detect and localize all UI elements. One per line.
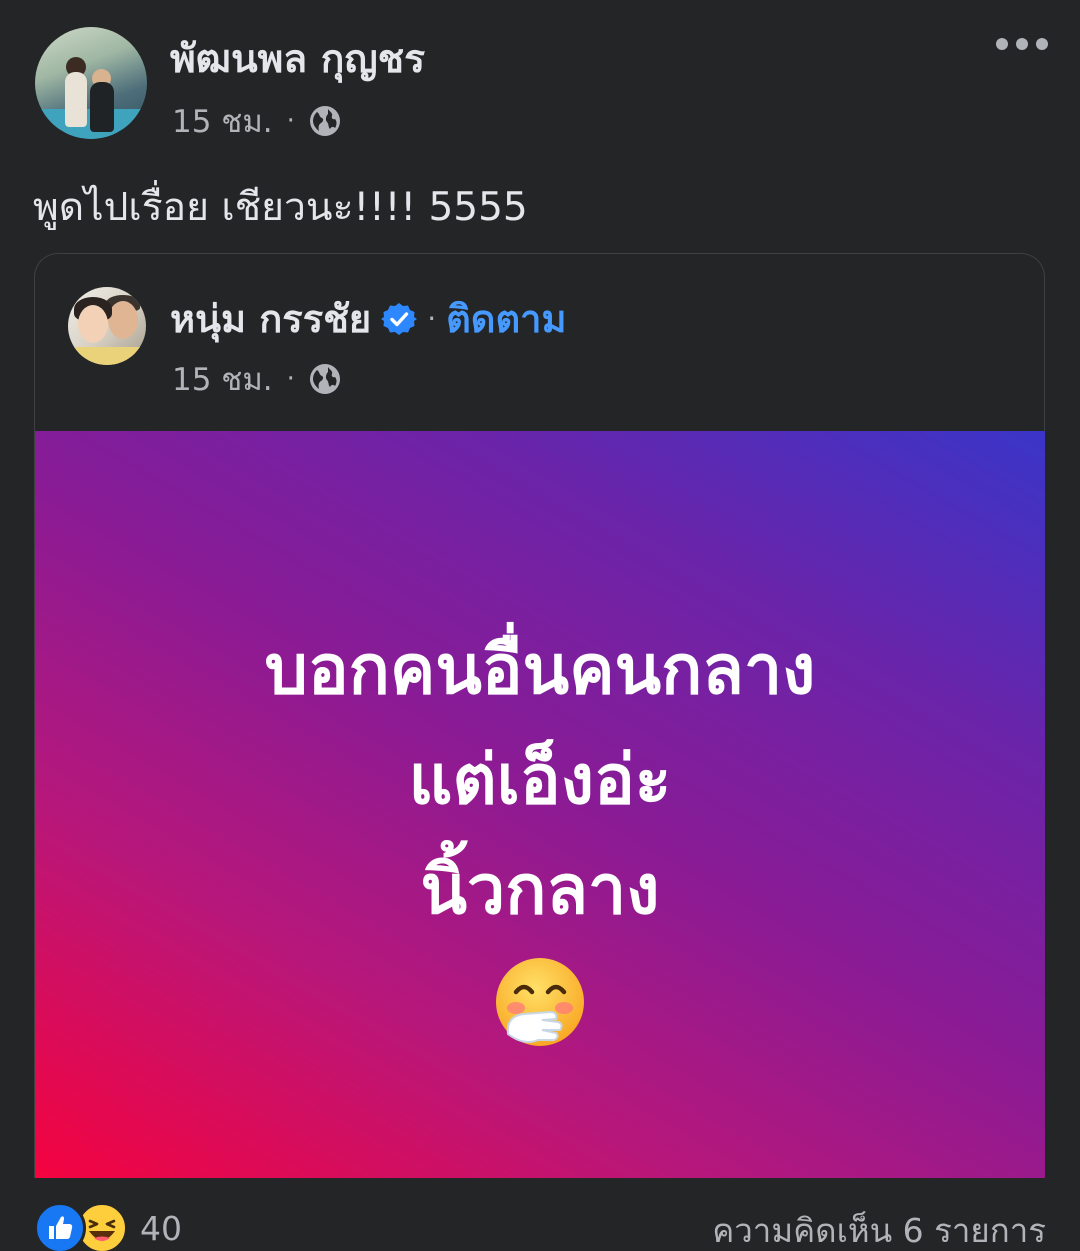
post-meta: 15 ชม. ·	[172, 96, 341, 146]
post-text: พูดไปเรื่อย เชียวนะ!!!! 5555	[33, 185, 528, 230]
shared-author-avatar[interactable]	[68, 287, 146, 365]
banner-line-2: แต่เอ็งอ่ะ	[408, 741, 672, 820]
banner-line-3: นิ้วกลาง	[420, 851, 660, 930]
shared-post-banner[interactable]: บอกคนอื่นคนกลาง แต่เอ็งอ่ะ นิ้วกลาง	[35, 431, 1045, 1178]
facebook-post: พัฒนพล กุญชร 15 ชม. · พูดไปเรื่อย เชียวน…	[0, 0, 1080, 1251]
more-options-icon[interactable]	[996, 38, 1048, 50]
header-separator: ·	[427, 302, 437, 335]
author-name[interactable]: พัฒนพล กุญชร	[170, 28, 425, 90]
shared-post-header: หนุ่ม กรรชัย · ติดตาม	[170, 288, 567, 349]
shared-post-time[interactable]: 15 ชม.	[172, 354, 273, 404]
meta-separator: ·	[286, 364, 295, 394]
globe-icon	[309, 106, 340, 136]
follow-button[interactable]: ติดตาม	[446, 288, 566, 349]
verified-badge-icon	[381, 302, 418, 335]
reactions-summary[interactable]: 40	[34, 1202, 182, 1251]
face-with-hand-over-mouth-emoji	[496, 958, 584, 1046]
reaction-count: 40	[140, 1208, 182, 1248]
banner-line-1: บอกคนอื่นคนกลาง	[264, 631, 816, 710]
shared-post-meta: 15 ชม. ·	[172, 354, 341, 404]
post-time[interactable]: 15 ชม.	[172, 96, 273, 146]
globe-icon	[309, 364, 340, 394]
comments-count-link[interactable]: ความคิดเห็น 6 รายการ	[712, 1204, 1046, 1251]
shared-author-name[interactable]: หนุ่ม กรรชัย	[170, 288, 371, 349]
meta-separator: ·	[286, 106, 295, 136]
like-icon	[34, 1202, 86, 1251]
author-avatar[interactable]	[35, 27, 147, 139]
